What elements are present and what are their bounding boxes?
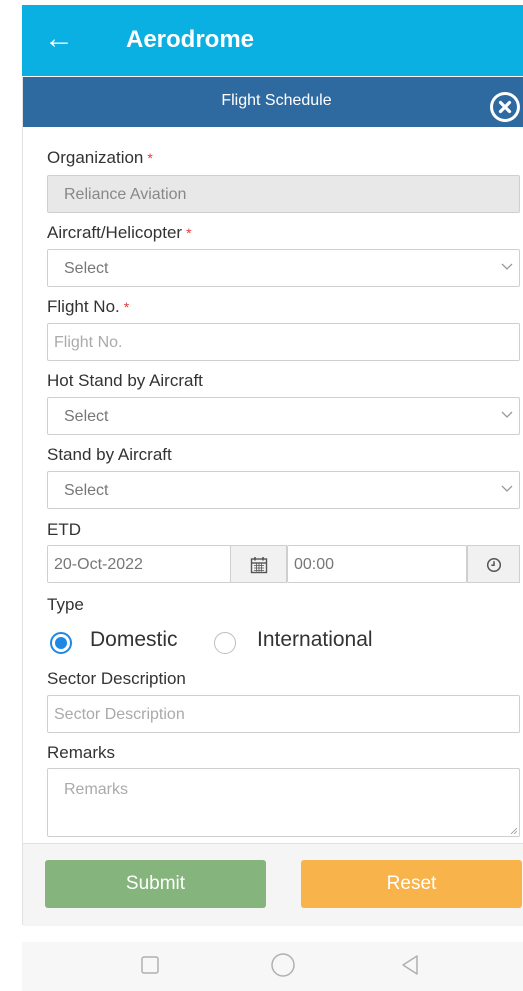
system-nav-bar [22,942,523,991]
submit-button[interactable]: Submit [45,860,266,908]
standby-select-value: Select [64,482,109,499]
modal-footer: Submit Reset [23,843,523,926]
chevron-down-icon [501,263,513,270]
app-title: Aerodrome [126,26,255,53]
hot-standby-select-value: Select [64,408,109,425]
aircraft-label: Aircraft/Helicopter * [47,223,192,242]
app-bar: ← Aerodrome [22,5,523,76]
flight-schedule-modal: Flight Schedule Organization * Reliance A… [22,77,523,926]
modal-header: Flight Schedule [23,77,523,127]
type-label: Type [47,595,84,614]
flight-no-placeholder: Flight No. [54,334,123,351]
standby-select[interactable]: Select [47,471,520,509]
calendar-icon [250,557,268,574]
hot-standby-select[interactable]: Select [47,397,520,435]
etd-date-input[interactable]: 20-Oct-2022 [47,545,231,583]
etd-date-value: 20-Oct-2022 [54,556,143,573]
etd-label: ETD [47,520,81,539]
radio-international-label[interactable]: International [257,628,373,652]
aircraft-select[interactable]: Select [47,249,520,287]
organization-field: Reliance Aviation [47,175,520,213]
radio-international[interactable] [214,632,236,654]
sector-description-input[interactable]: Sector Description [47,695,520,733]
close-icon[interactable] [490,92,520,122]
organization-label: Organization * [47,148,153,167]
remarks-textarea[interactable]: Remarks [47,768,520,837]
sector-description-placeholder: Sector Description [54,706,185,723]
back-arrow-icon[interactable]: ← [44,21,74,57]
resize-handle-icon[interactable] [511,828,517,834]
hot-standby-label: Hot Stand by Aircraft [47,371,203,390]
chevron-down-icon [501,411,513,418]
etd-time-value: 00:00 [294,556,335,573]
aircraft-select-value: Select [64,260,109,277]
square-recents-icon[interactable] [140,955,160,975]
clock-icon [486,557,502,573]
radio-domestic-label[interactable]: Domestic [90,628,178,652]
sector-description-label: Sector Description [47,669,186,688]
circle-home-icon[interactable] [270,952,296,978]
etd-time-input[interactable]: 00:00 [287,545,467,583]
remarks-placeholder: Remarks [64,781,129,798]
flight-no-label: Flight No. * [47,297,130,316]
required-marker: * [186,225,192,241]
chevron-down-icon [501,485,513,492]
flight-no-input[interactable]: Flight No. [47,323,520,361]
reset-button[interactable]: Reset [301,860,522,908]
required-marker: * [123,299,130,315]
triangle-back-icon[interactable] [400,954,420,976]
required-marker: * [147,150,153,166]
calendar-button[interactable] [230,545,287,583]
organization-value: Reliance Aviation [64,186,187,203]
remarks-label: Remarks [47,743,116,762]
clock-button[interactable] [467,545,520,583]
modal-title: Flight Schedule [221,92,332,109]
standby-label: Stand by Aircraft [47,445,172,464]
radio-domestic[interactable] [50,632,72,654]
